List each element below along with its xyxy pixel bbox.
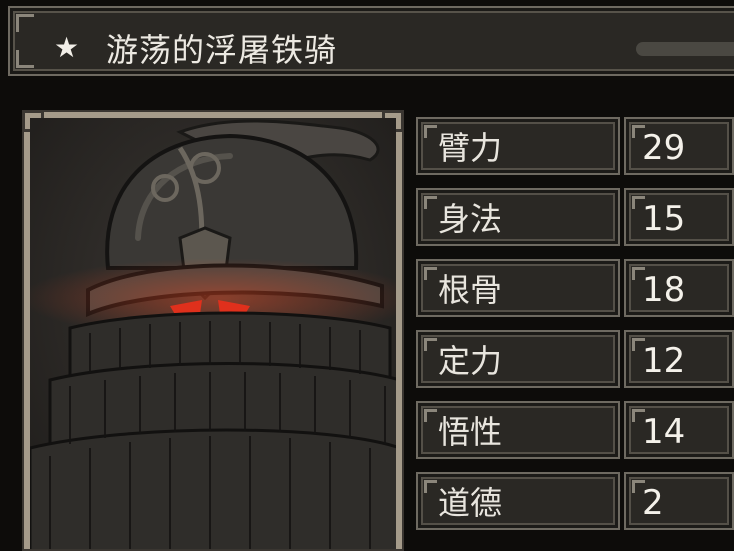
- stat-row-agility: 身法 15: [416, 188, 734, 246]
- stat-label: 身法: [416, 188, 620, 246]
- stat-label: 定力: [416, 330, 620, 388]
- stat-label: 臂力: [416, 117, 620, 175]
- stat-row-focus: 定力 12: [416, 330, 734, 388]
- title-bar: ★ 游荡的浮屠铁骑: [8, 6, 734, 76]
- stat-row-insight: 悟性 14: [416, 401, 734, 459]
- stat-value: 15: [624, 188, 734, 246]
- stat-value: 29: [624, 117, 734, 175]
- stat-value: 12: [624, 330, 734, 388]
- stat-row-constitution: 根骨 18: [416, 259, 734, 317]
- stat-row-morality: 道德 2: [416, 472, 734, 530]
- warrior-helmet-illustration: [30, 118, 396, 549]
- stat-value: 18: [624, 259, 734, 317]
- stat-label: 根骨: [416, 259, 620, 317]
- stat-row-strength: 臂力 29: [416, 117, 734, 175]
- character-portrait: [22, 110, 404, 551]
- portrait-image: [30, 118, 396, 549]
- stat-value: 2: [624, 472, 734, 530]
- stat-label: 道德: [416, 472, 620, 530]
- star-icon: ★: [54, 31, 80, 64]
- stat-value: 14: [624, 401, 734, 459]
- stat-label: 悟性: [416, 401, 620, 459]
- title-scrollbar[interactable]: [636, 42, 734, 56]
- corner-ornament: [16, 50, 34, 68]
- character-name: 游荡的浮屠铁骑: [106, 31, 338, 69]
- corner-ornament: [16, 14, 34, 32]
